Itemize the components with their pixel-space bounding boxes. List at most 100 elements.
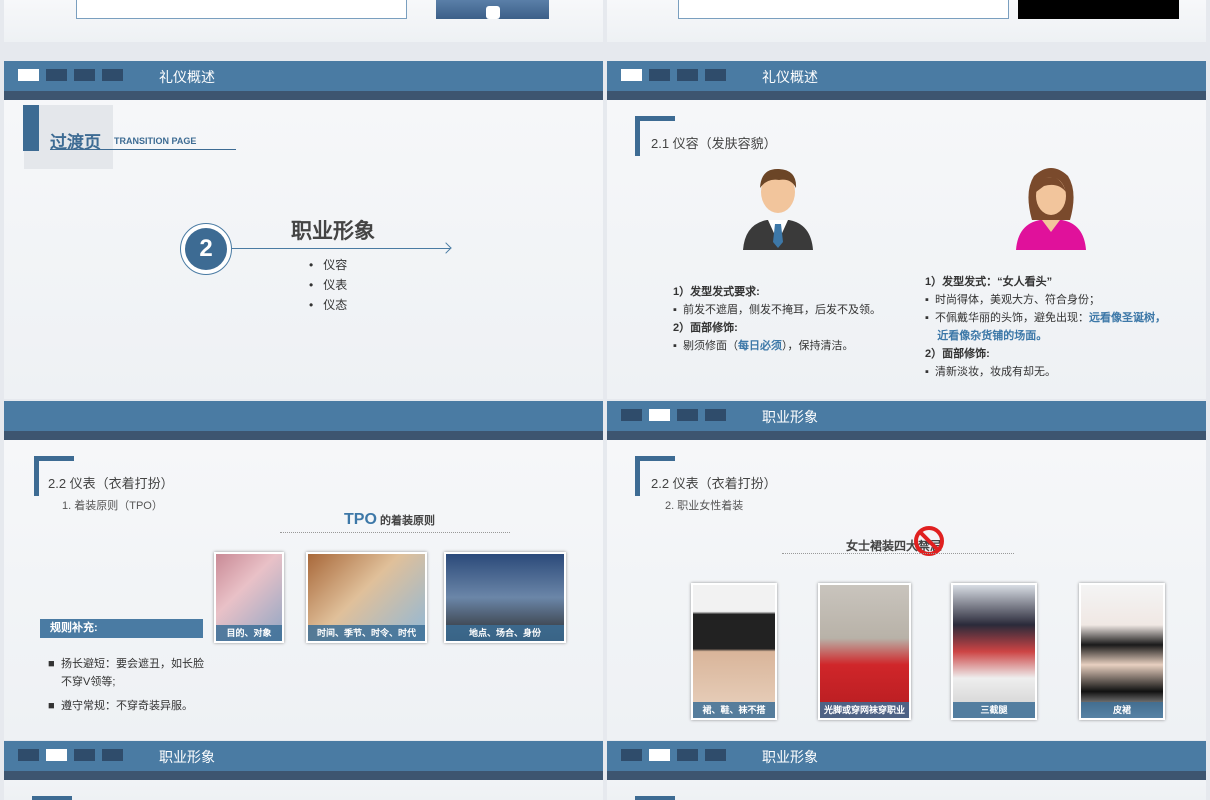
male-heading-2: 2）面部修饰:	[673, 322, 738, 334]
nav-square	[18, 69, 39, 81]
header-band	[4, 91, 603, 100]
businessman-icon	[743, 168, 813, 250]
nav-square	[46, 749, 67, 761]
title-bracket	[32, 796, 72, 800]
arrow-line	[232, 248, 450, 249]
female-heading-1: 1）发型发式：“女人看头”	[925, 276, 1053, 288]
photo	[436, 0, 549, 19]
nav-square	[621, 409, 642, 421]
number-ring: 2	[180, 223, 232, 275]
photo-caption: 裙、鞋、袜不搭	[693, 702, 775, 718]
rule-2: ■ 遵守常规：不穿奇装异服。	[48, 700, 193, 712]
slide-header: 职业形象	[4, 741, 603, 771]
photo-time: 时间、季节、时令、时代	[306, 552, 427, 643]
nav-square	[705, 69, 726, 81]
rule-label: 规则补充:	[40, 619, 203, 638]
title-accent	[23, 105, 39, 151]
nav-square	[705, 749, 726, 761]
heading-divider	[280, 532, 510, 533]
photo-caption: 目的、对象	[216, 625, 282, 641]
section-number: 2	[185, 228, 227, 270]
female-bullet-3: ▪ 清新淡妆，妆成有却无。	[925, 366, 1057, 378]
male-bullet-1: ▪ 前发不遮眉，侧发不掩耳，后发不及领。	[673, 304, 882, 316]
header-band	[4, 771, 603, 780]
page-title: 2.2 仪表（衣着打扮）	[48, 476, 174, 491]
nav-square	[621, 749, 642, 761]
header-band	[607, 431, 1206, 440]
female-heading-2: 2）面部修饰:	[925, 348, 990, 360]
female-bullet-1: ▪ 时尚得体，美观大方、符合身份；	[925, 294, 1101, 306]
photo-caption: 地点、场合、身份	[446, 625, 564, 641]
photo-caption: 皮裙	[1081, 702, 1163, 718]
nav-square	[46, 69, 67, 81]
female-bullet-2: ▪ 不佩戴华丽的头饰，避免出现：远看像圣诞树， 近看像杂货铺的场面。	[925, 312, 1167, 342]
nav-square	[649, 69, 670, 81]
nav-square	[18, 749, 39, 761]
header-band	[607, 91, 1206, 100]
text-box	[76, 0, 407, 19]
page-title: 2.1 仪容（发肤容貌）	[651, 136, 777, 151]
list-item: • 仪容	[309, 258, 348, 272]
header-title: 礼仪概述	[762, 69, 818, 85]
slide-attire-women[interactable]: 职业形象 2.2 仪表（衣着打扮） 2. 职业女性着装 女士裙装四大禁忌 裙、鞋…	[607, 401, 1206, 740]
nav-square	[621, 69, 642, 81]
businesswoman-icon	[1016, 168, 1086, 250]
photo-bare-legs: 光脚或穿网袜穿职业裙	[818, 583, 911, 720]
list-item: • 仪表	[309, 278, 348, 292]
next-slide-left[interactable]: 职业形象	[4, 741, 603, 800]
header-band	[607, 771, 1206, 780]
slide-header: 礼仪概述	[4, 61, 603, 91]
slide-header: 职业形象	[607, 741, 1206, 771]
male-requirements: 1）发型发式要求: ▪ 前发不遮眉，侧发不掩耳，后发不及领。 2）面部修饰: ▪…	[673, 283, 923, 355]
slide-transition[interactable]: 礼仪概述 过渡页 TRANSITION PAGE 2 职业形象 • 仪容 • 仪…	[4, 61, 603, 399]
nav-square	[74, 69, 95, 81]
slide-header	[4, 401, 603, 431]
photo-place: 地点、场合、身份	[444, 552, 566, 643]
subtitle: 2. 职业女性着装	[665, 500, 744, 512]
photo-caption: 时间、季节、时令、时代	[308, 625, 425, 641]
nav-square	[677, 749, 698, 761]
male-heading-1: 1）发型发式要求:	[673, 286, 760, 298]
text-box	[678, 0, 1009, 19]
slide-attire-tpo[interactable]: 2.2 仪表（衣着打扮） 1. 着装原则（TPO） TPO 的着装原则 目的、对…	[4, 401, 603, 740]
section-items: • 仪容 • 仪表 • 仪态	[309, 255, 347, 315]
header-title: 职业形象	[762, 409, 818, 425]
nav-square	[102, 749, 123, 761]
header-band	[4, 431, 603, 440]
nav-square	[677, 69, 698, 81]
subtitle: 1. 着装原则（TPO）	[62, 500, 163, 512]
photo-purpose: 目的、对象	[214, 552, 284, 643]
slide-header: 职业形象	[607, 401, 1206, 431]
photo-mismatch: 裙、鞋、袜不搭	[691, 583, 777, 720]
next-slide-right[interactable]: 职业形象	[607, 741, 1206, 800]
header-title: 职业形象	[159, 749, 215, 765]
photo-three-segment-legs: 三截腿	[951, 583, 1037, 720]
nav-square	[649, 409, 670, 421]
nav-square	[74, 749, 95, 761]
arrow-head-icon	[440, 242, 452, 254]
list-item: • 仪态	[309, 298, 348, 312]
title-bracket	[635, 796, 675, 800]
nav-square	[677, 409, 698, 421]
section-title: 职业形象	[291, 220, 375, 243]
heading-divider	[782, 553, 1014, 554]
slide-header: 礼仪概述	[607, 61, 1206, 91]
slide-grooming[interactable]: 礼仪概述 2.1 仪容（发肤容貌） 1）发型发式要求: ▪ 前发不遮眉，侧发不掩…	[607, 61, 1206, 399]
tpo-heading: TPO 的着装原则	[344, 511, 435, 528]
photo-caption: 三截腿	[953, 702, 1035, 718]
nav-square	[102, 69, 123, 81]
nav-square	[705, 409, 726, 421]
nav-square	[649, 749, 670, 761]
rule-1: ■ 扬长避短：要会遮丑，如长脸不穿V领等;	[48, 658, 204, 688]
photo	[1018, 0, 1179, 19]
photo-caption: 光脚或穿网袜穿职业裙	[820, 702, 909, 718]
title-underline	[50, 149, 236, 150]
page-title: 2.2 仪表（衣着打扮）	[651, 476, 777, 491]
prev-slide-right[interactable]	[607, 0, 1206, 42]
transition-subtitle: TRANSITION PAGE	[114, 136, 197, 146]
male-bullet-2: ▪ 剔须修面（每日必须），保持清洁。	[673, 340, 854, 352]
header-title: 职业形象	[762, 749, 818, 765]
header-title: 礼仪概述	[159, 69, 215, 85]
photo-leather-skirt: 皮裙	[1079, 583, 1165, 720]
prev-slide-left[interactable]	[4, 0, 603, 42]
